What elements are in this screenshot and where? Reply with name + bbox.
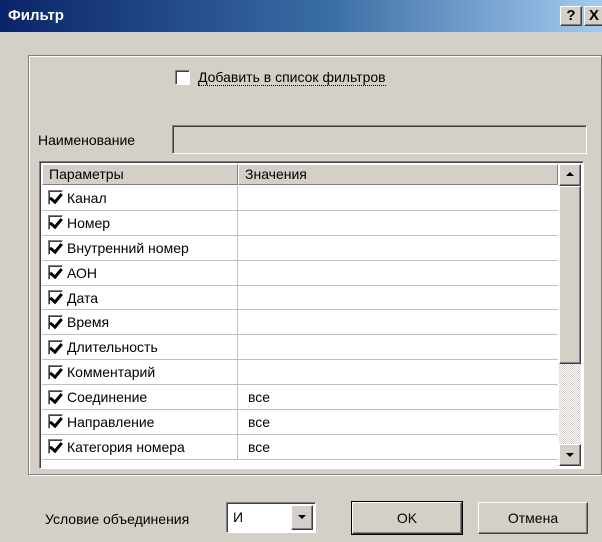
condition-select[interactable]: И xyxy=(226,502,316,533)
parameter-label: Категория номера xyxy=(67,438,185,455)
table-row[interactable]: Канал xyxy=(42,186,558,211)
window-title: Фильтр xyxy=(8,7,64,24)
table-row[interactable]: Соединение все xyxy=(42,385,558,411)
arrow-down-icon xyxy=(566,453,574,457)
help-button[interactable]: ? xyxy=(560,6,582,26)
parameter-label: Длительность xyxy=(67,339,158,356)
add-to-filters-checkbox-box[interactable] xyxy=(175,69,190,85)
add-to-filters-label: Добавить в список фильтров xyxy=(198,68,386,86)
parameter-checkbox[interactable] xyxy=(48,290,63,305)
parameters-list: Параметры Значения Канал Номер Внутренний … xyxy=(39,161,584,469)
parameter-cell[interactable]: Направление xyxy=(42,410,238,434)
arrow-up-icon xyxy=(566,172,574,176)
parameter-checkbox[interactable] xyxy=(48,439,63,455)
parameter-label: Канал xyxy=(67,189,107,206)
value-cell[interactable]: все xyxy=(248,385,270,409)
scroll-up-button[interactable] xyxy=(559,164,581,186)
value-cell[interactable]: все xyxy=(248,435,270,459)
parameter-checkbox[interactable] xyxy=(48,389,63,405)
name-input[interactable] xyxy=(172,125,587,154)
parameter-checkbox[interactable] xyxy=(48,240,63,256)
scroll-thumb[interactable] xyxy=(559,186,581,364)
table-row[interactable]: Номер xyxy=(42,210,558,236)
condition-label: Условие объединения xyxy=(45,511,190,527)
parameter-cell[interactable]: Категория номера xyxy=(42,434,238,459)
table-row[interactable]: АОН xyxy=(42,260,558,286)
parameter-cell[interactable]: Соединение xyxy=(42,385,238,410)
parameter-label: Комментарий xyxy=(67,364,156,381)
column-header-parameters[interactable]: Параметры xyxy=(42,164,238,185)
column-header-values[interactable]: Значения xyxy=(238,164,558,185)
parameter-label: АОН xyxy=(67,264,98,281)
table-row[interactable]: Направление все xyxy=(42,410,558,435)
chevron-down-icon xyxy=(298,515,306,519)
parameter-cell[interactable]: Внутренний номер xyxy=(42,235,238,260)
parameter-checkbox[interactable] xyxy=(48,265,63,281)
scroll-down-button[interactable] xyxy=(559,444,581,466)
table-row[interactable]: Время xyxy=(42,310,558,336)
name-label: Наименование xyxy=(38,132,136,148)
parameter-cell[interactable]: Длительность xyxy=(42,335,238,360)
table-row[interactable]: Длительность xyxy=(42,335,558,361)
parameter-cell[interactable]: Дата xyxy=(42,285,238,310)
parameter-checkbox[interactable] xyxy=(48,314,63,330)
vertical-scrollbar[interactable] xyxy=(559,164,581,466)
parameters-rows: Канал Номер Внутренний номер АОН Дата Время Дл… xyxy=(42,186,558,460)
close-button[interactable]: X xyxy=(584,6,602,26)
table-row[interactable]: Комментарий xyxy=(42,360,558,386)
parameter-label: Дата xyxy=(67,289,99,306)
condition-dropdown-button[interactable] xyxy=(291,505,313,530)
parameter-label: Внутренний номер xyxy=(67,239,189,256)
parameter-checkbox[interactable] xyxy=(48,190,63,206)
parameter-cell[interactable]: Время xyxy=(42,310,238,335)
parameter-checkbox[interactable] xyxy=(48,364,63,380)
parameter-label: Номер xyxy=(67,214,111,231)
parameter-cell[interactable]: Номер xyxy=(42,210,238,235)
table-row[interactable]: Дата xyxy=(42,285,558,311)
table-row[interactable]: Внутренний номер xyxy=(42,235,558,261)
ok-button[interactable]: OK xyxy=(351,501,463,535)
title-bar: Фильтр ? X xyxy=(0,0,602,32)
parameter-checkbox[interactable] xyxy=(48,339,63,355)
parameter-cell[interactable]: АОН xyxy=(42,260,238,285)
parameter-label: Время xyxy=(67,314,110,331)
cancel-button[interactable]: Отмена xyxy=(478,502,588,534)
parameter-label: Направление xyxy=(67,413,155,430)
add-to-filters-checkbox[interactable]: Добавить в список фильтров xyxy=(175,66,386,88)
table-row[interactable]: Категория номера все xyxy=(42,434,558,460)
parameter-checkbox[interactable] xyxy=(48,215,63,231)
condition-select-value: И xyxy=(233,509,244,525)
parameter-label: Соединение xyxy=(67,389,148,406)
parameter-checkbox[interactable] xyxy=(48,414,63,430)
parameter-cell[interactable]: Комментарий xyxy=(42,360,238,385)
parameter-cell[interactable]: Канал xyxy=(42,186,238,210)
value-cell[interactable]: все xyxy=(248,410,270,434)
